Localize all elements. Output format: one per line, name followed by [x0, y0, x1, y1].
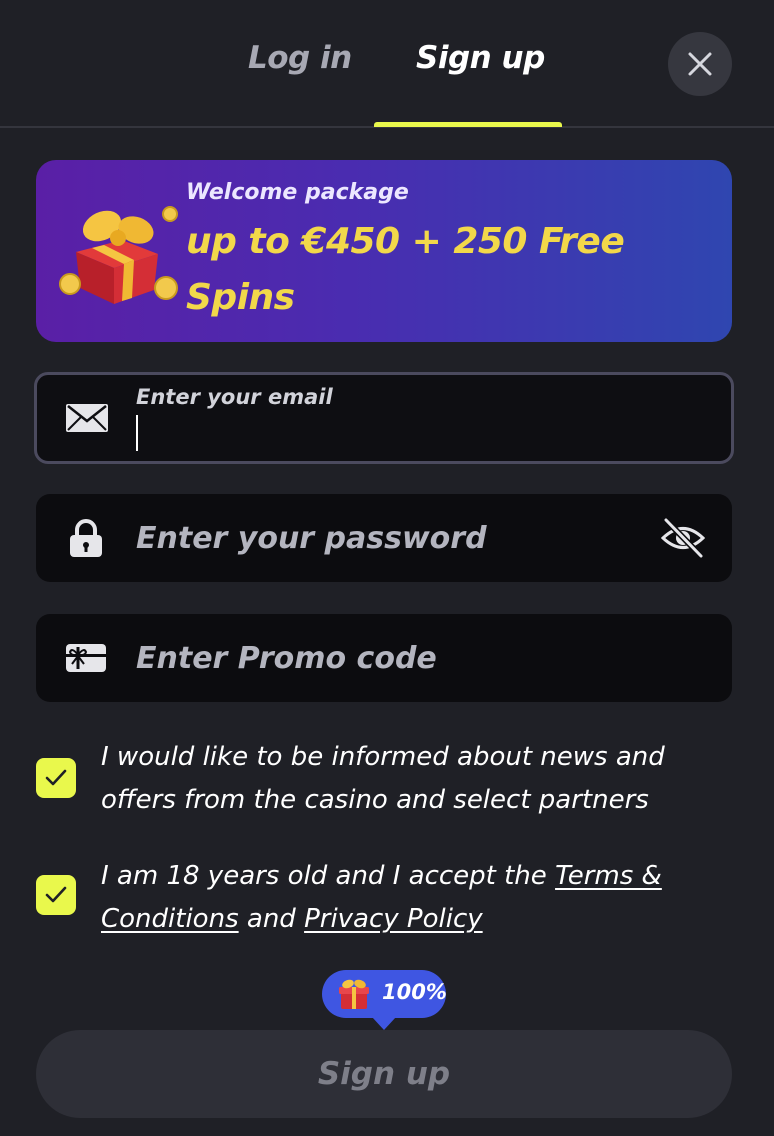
promo-code-field[interactable] [36, 614, 732, 702]
bonus-progress-text: 100% [382, 980, 447, 1004]
promo-code-input[interactable] [136, 614, 636, 702]
terms-consent-checkbox[interactable] [36, 875, 76, 915]
active-tab-indicator [374, 122, 562, 127]
envelope-icon [65, 396, 109, 440]
lock-icon [64, 516, 108, 560]
password-input[interactable] [136, 494, 636, 582]
gift-box-icon [339, 979, 369, 1009]
close-icon [688, 52, 712, 76]
email-field[interactable]: Enter your email [34, 372, 734, 464]
signup-submit-button[interactable]: Sign up [36, 1030, 732, 1118]
banner-subtitle: Welcome package [186, 180, 409, 205]
email-input[interactable] [137, 409, 637, 459]
signup-modal: Log in Sign up Welcome package up to €45… [0, 0, 774, 1136]
tab-signup[interactable]: Sign up [416, 40, 545, 90]
checkmark-icon [45, 886, 67, 903]
checkmark-icon [45, 769, 67, 786]
password-field[interactable] [36, 494, 732, 582]
auth-tabs: Log in Sign up [0, 0, 774, 128]
bonus-progress-badge: 100% [322, 970, 447, 1030]
privacy-link[interactable]: Privacy Policy [304, 904, 483, 934]
tab-login[interactable]: Log in [248, 40, 352, 90]
news-consent-checkbox[interactable] [36, 758, 76, 798]
eye-off-icon [661, 517, 705, 559]
close-button[interactable] [668, 32, 732, 96]
gift-box-icon [59, 206, 178, 304]
terms-consent-label: I am 18 years old and I accept the Terms… [101, 855, 721, 941]
toggle-password-visibility[interactable] [660, 515, 706, 561]
email-label: Enter your email [136, 385, 333, 409]
news-consent-label: I would like to be informed about news a… [101, 742, 665, 815]
banner-headline: up to €450 + 250 Free Spins [186, 221, 625, 318]
welcome-banner: Welcome package up to €450 + 250 Free Sp… [36, 160, 732, 342]
gift-card-icon [64, 636, 108, 680]
terms-prefix: I am 18 years old and I accept the [101, 861, 547, 891]
terms-joiner: and [246, 904, 296, 934]
